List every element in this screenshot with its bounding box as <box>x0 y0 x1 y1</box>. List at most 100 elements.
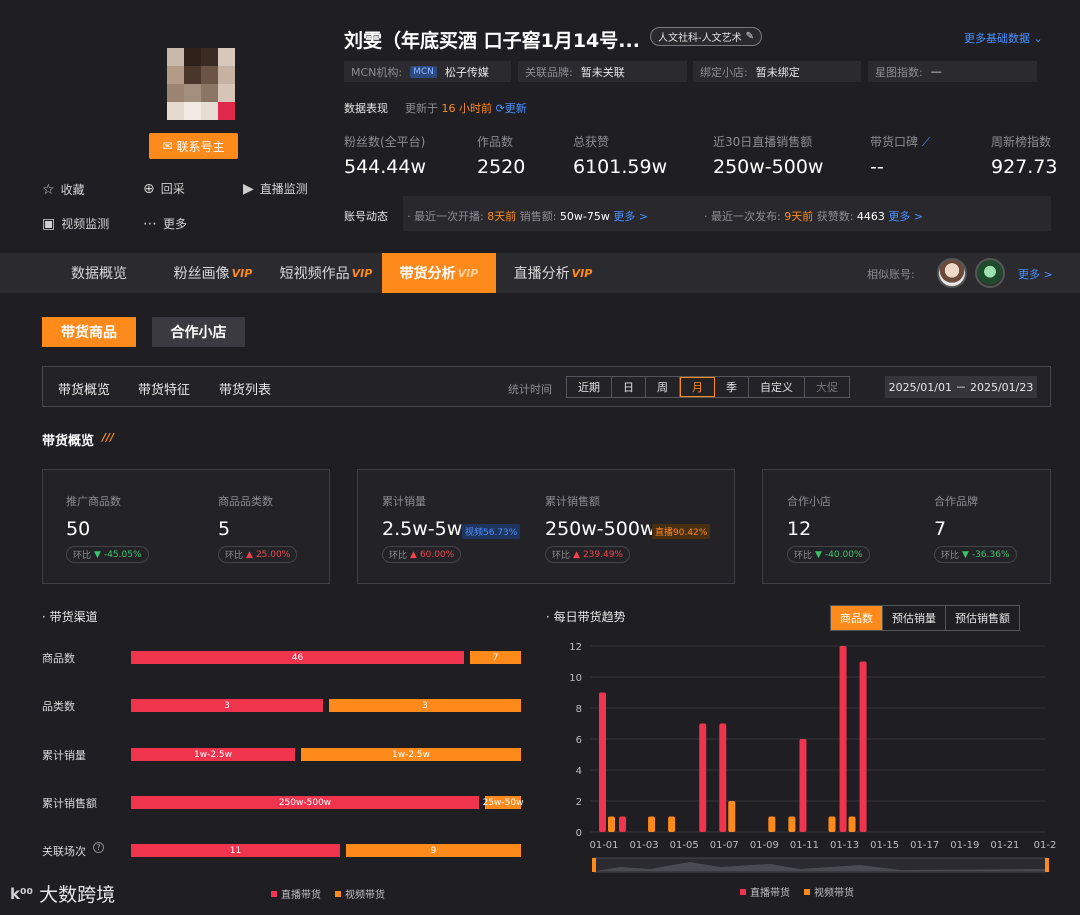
trend-icon[interactable]: ⟋ <box>922 135 930 149</box>
channel-bar-video[interactable]: 7 <box>470 651 521 664</box>
channel-bar-live[interactable]: 11 <box>131 844 340 857</box>
more-actions-button[interactable]: ⋯ 更多 <box>143 215 187 232</box>
period-recent[interactable]: 近期 <box>567 377 612 397</box>
tab-data-overview[interactable]: 数据概览 <box>55 253 143 293</box>
channel-title: · 带货渠道 <box>42 610 98 624</box>
x-tick-label: 01-13 <box>830 840 859 851</box>
tab-live-analysis[interactable]: 直播分析 VIP <box>504 253 602 293</box>
star-icon: ☆ <box>42 181 55 198</box>
likes-label: 获赞数: <box>816 210 854 223</box>
toggle-est-sales[interactable]: 预估销售额 <box>946 606 1019 630</box>
trend-legend-video[interactable]: 视频带货 <box>804 884 854 899</box>
channel-bar-video[interactable]: 9 <box>346 844 521 857</box>
vip-badge: VIP <box>351 266 373 280</box>
dynamics-label: 账号动态 <box>344 210 388 223</box>
x-tick-label: 01-19 <box>950 840 979 851</box>
edit-icon[interactable]: ✎ <box>746 31 754 42</box>
filter-tab-features[interactable]: 带货特征 <box>138 379 190 398</box>
help-icon[interactable]: ? <box>93 842 104 853</box>
toggle-est-volume[interactable]: 预估销量 <box>883 606 946 630</box>
channel-bar-live[interactable]: 1w-2.5w <box>131 748 295 761</box>
refresh-button[interactable]: ⟳更新 <box>496 102 527 115</box>
refresh-icon: ⟳ <box>495 102 505 115</box>
channel-bar-live[interactable]: 3 <box>131 699 323 712</box>
favorite-button[interactable]: ☆ 收藏 <box>42 181 85 198</box>
x-tick-label: 01-05 <box>670 840 699 851</box>
bar-live <box>699 723 707 832</box>
category-tag[interactable]: 人文社科-人文艺术 ✎ <box>650 27 762 46</box>
subtab-shops[interactable]: 合作小店 <box>152 317 245 347</box>
change-value: -36.36% <box>971 549 1010 560</box>
stat-works-label: 作品数 <box>477 135 514 149</box>
channel-row-label: 累计销量 <box>42 749 86 762</box>
live-monitor-button[interactable]: ▶ 直播监测 <box>243 180 308 197</box>
legend-swatch <box>271 890 277 897</box>
period-custom[interactable]: 自定义 <box>749 377 805 397</box>
channel-bar-video[interactable]: 1w-2.5w <box>301 748 521 761</box>
brand-info: 关联品牌: 暂未关联 <box>518 61 687 82</box>
stat-reputation-label: 带货口碑 ⟋ <box>870 133 930 150</box>
sales-amount-badge: 直播90.42% <box>652 524 711 539</box>
sales-amount-change: 环比 ▲ 239.49% <box>545 546 630 563</box>
x-tick-label: 01-17 <box>910 840 939 851</box>
sales-amount-value: 250w-500w <box>545 518 656 540</box>
channel-legend-live[interactable]: 直播带货 <box>271 886 321 901</box>
bar-video <box>728 801 736 832</box>
period-day[interactable]: 日 <box>612 377 646 397</box>
categories-label: 商品品类数 <box>218 495 273 508</box>
change-value: 239.49% <box>582 549 623 560</box>
period-promo[interactable]: 大促 <box>805 377 849 397</box>
vip-badge: VIP <box>457 266 479 280</box>
similar-account-avatar[interactable] <box>975 258 1005 288</box>
legend-label: 直播带货 <box>281 890 321 901</box>
filter-tab-overview[interactable]: 带货概览 <box>58 379 110 398</box>
arrow-down-icon: ▼ <box>94 549 101 560</box>
tab-sales-analysis[interactable]: 带货分析 VIP <box>382 253 496 293</box>
channel-bar-video[interactable]: 25w-50w <box>483 796 523 809</box>
promo-count-value: 50 <box>66 518 91 540</box>
similar-more-link[interactable]: 更多 > <box>1018 266 1053 282</box>
live-more-link[interactable]: 更多 > <box>613 210 648 223</box>
trend-legend-live[interactable]: 直播带货 <box>740 884 790 899</box>
recollect-button[interactable]: ⊕ 回采 <box>143 180 185 197</box>
update-time: 16 小时前 <box>441 102 493 115</box>
legend-swatch <box>740 888 746 895</box>
subtab-products[interactable]: 带货商品 <box>42 317 136 347</box>
refresh-icon: ⊕ <box>143 180 155 197</box>
period-week[interactable]: 周 <box>646 377 680 397</box>
channel-bar-video[interactable]: 3 <box>329 699 521 712</box>
tab-short-videos[interactable]: 短视频作品 VIP <box>273 253 379 293</box>
x-tick-label: 01-2 <box>1034 840 1057 851</box>
arrow-down-icon: ▼ <box>962 549 969 560</box>
video-monitor-button[interactable]: ▣ 视频监测 <box>42 215 109 232</box>
stat-rank-value: 927.73 <box>991 156 1058 178</box>
toggle-product-count[interactable]: 商品数 <box>831 606 883 630</box>
category-tag-label: 人文社科-人文艺术 <box>658 33 742 44</box>
sales-volume-label: 累计销量 <box>382 495 426 508</box>
bar-video <box>608 816 615 832</box>
favorite-label: 收藏 <box>60 183 85 197</box>
post-more-link[interactable]: 更多 > <box>888 210 923 223</box>
channel-legend-video[interactable]: 视频带货 <box>335 886 385 901</box>
channel-bar-live[interactable]: 46 <box>131 651 464 664</box>
channel-bar-live[interactable]: 250w-500w <box>131 796 479 809</box>
period-quarter[interactable]: 季 <box>715 377 749 397</box>
video-monitor-label: 视频监测 <box>61 217 110 231</box>
stat-live-sales-label: 近30日直播销售额 <box>713 135 813 149</box>
live-sales: 50w-75w <box>559 210 610 223</box>
stat-time-label: 统计时间 <box>508 383 552 396</box>
similar-account-avatar[interactable] <box>937 258 967 288</box>
tab-fan-profile[interactable]: 粉丝画像 VIP <box>165 253 261 293</box>
contact-owner-button[interactable]: ✉ 联系号主 <box>149 133 238 159</box>
filter-tab-list[interactable]: 带货列表 <box>219 379 271 398</box>
change-label: 环比 <box>73 551 92 561</box>
mcn-value[interactable]: 松子传媒 <box>445 64 489 80</box>
bar-live <box>619 816 627 832</box>
date-range-picker[interactable]: 2025/01/01 － 2025/01/23 <box>885 376 1037 398</box>
period-month[interactable]: 月 <box>680 377 715 397</box>
bar-live <box>839 646 847 832</box>
more-basic-data-link[interactable]: 更多基础数据 ⌄ <box>964 30 1043 46</box>
avatar[interactable] <box>167 48 235 120</box>
brand-label: 关联品牌: <box>525 65 573 79</box>
partner-shops-value: 12 <box>787 518 812 540</box>
